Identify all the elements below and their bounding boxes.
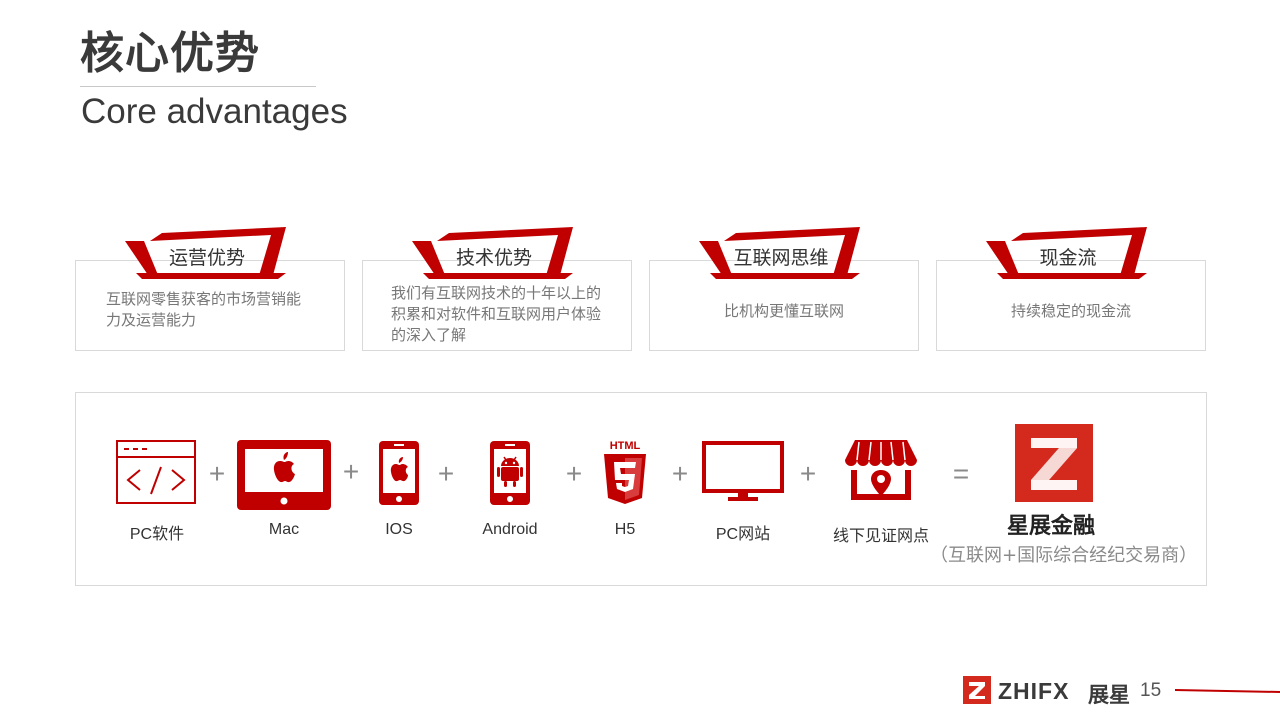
title-divider: [80, 86, 316, 87]
android-phone-icon: [490, 441, 530, 505]
page-number: 15: [1140, 680, 1162, 701]
page-subtitle: Core advantages: [81, 92, 348, 131]
plus-sign: +: [565, 458, 583, 489]
platform-label: Mac: [268, 521, 300, 538]
plus-sign: +: [208, 458, 226, 489]
html5-icon: HTML: [604, 440, 646, 504]
plus-sign: +: [342, 456, 360, 487]
platform-label: IOS: [385, 521, 413, 538]
brand-name: 星展金融: [1007, 514, 1096, 539]
card-text: 互联网零售获客的市场营销能力及运营能力: [106, 290, 302, 329]
platform-label: PC网站: [715, 526, 771, 543]
footer-brand-cn: 展星: [1088, 683, 1130, 707]
card-ribbon-internet: 互联网思维: [696, 227, 866, 279]
card-ribbon-technology: 技术优势: [409, 227, 579, 279]
footer-accent-line: [1175, 689, 1280, 693]
storefront-location-icon: [845, 440, 917, 500]
card-text: 持续稳定的现金流: [1010, 302, 1131, 320]
svg-text:HTML: HTML: [610, 440, 641, 452]
platform-label: 线下见证网点: [832, 528, 929, 545]
code-window-icon: [116, 440, 196, 504]
card-title: 互联网思维: [733, 247, 829, 269]
card-ribbon-operation: 运营优势: [122, 227, 292, 279]
mac-monitor-icon: [237, 440, 331, 510]
footer-brand: ZHIFX: [998, 678, 1070, 704]
iphone-icon: [379, 441, 419, 505]
card-ribbon-cashflow: 现金流: [983, 227, 1153, 279]
card-text: 我们有互联网技术的十年以上的积累和对软件和互联网用户体验的深入了解: [391, 284, 602, 344]
footer-logo-icon: [963, 676, 991, 704]
brand-description: （互联网+国际综合经纪交易商）: [930, 545, 1198, 566]
equals-sign: =: [952, 458, 970, 489]
desktop-monitor-icon: [702, 441, 784, 501]
zhifx-logo-icon: [1015, 424, 1093, 502]
card-title: 现金流: [1039, 247, 1097, 269]
card-title: 运营优势: [168, 247, 245, 269]
platform-label: PC软件: [129, 526, 185, 543]
card-title: 技术优势: [455, 247, 532, 269]
plus-sign: +: [671, 458, 689, 489]
page-title: 核心优势: [80, 28, 260, 79]
plus-sign: +: [437, 458, 455, 489]
platform-label: H5: [614, 521, 636, 538]
card-text: 比机构更懂互联网: [723, 302, 844, 320]
platform-label: Android: [482, 521, 538, 538]
plus-sign: +: [799, 458, 817, 489]
